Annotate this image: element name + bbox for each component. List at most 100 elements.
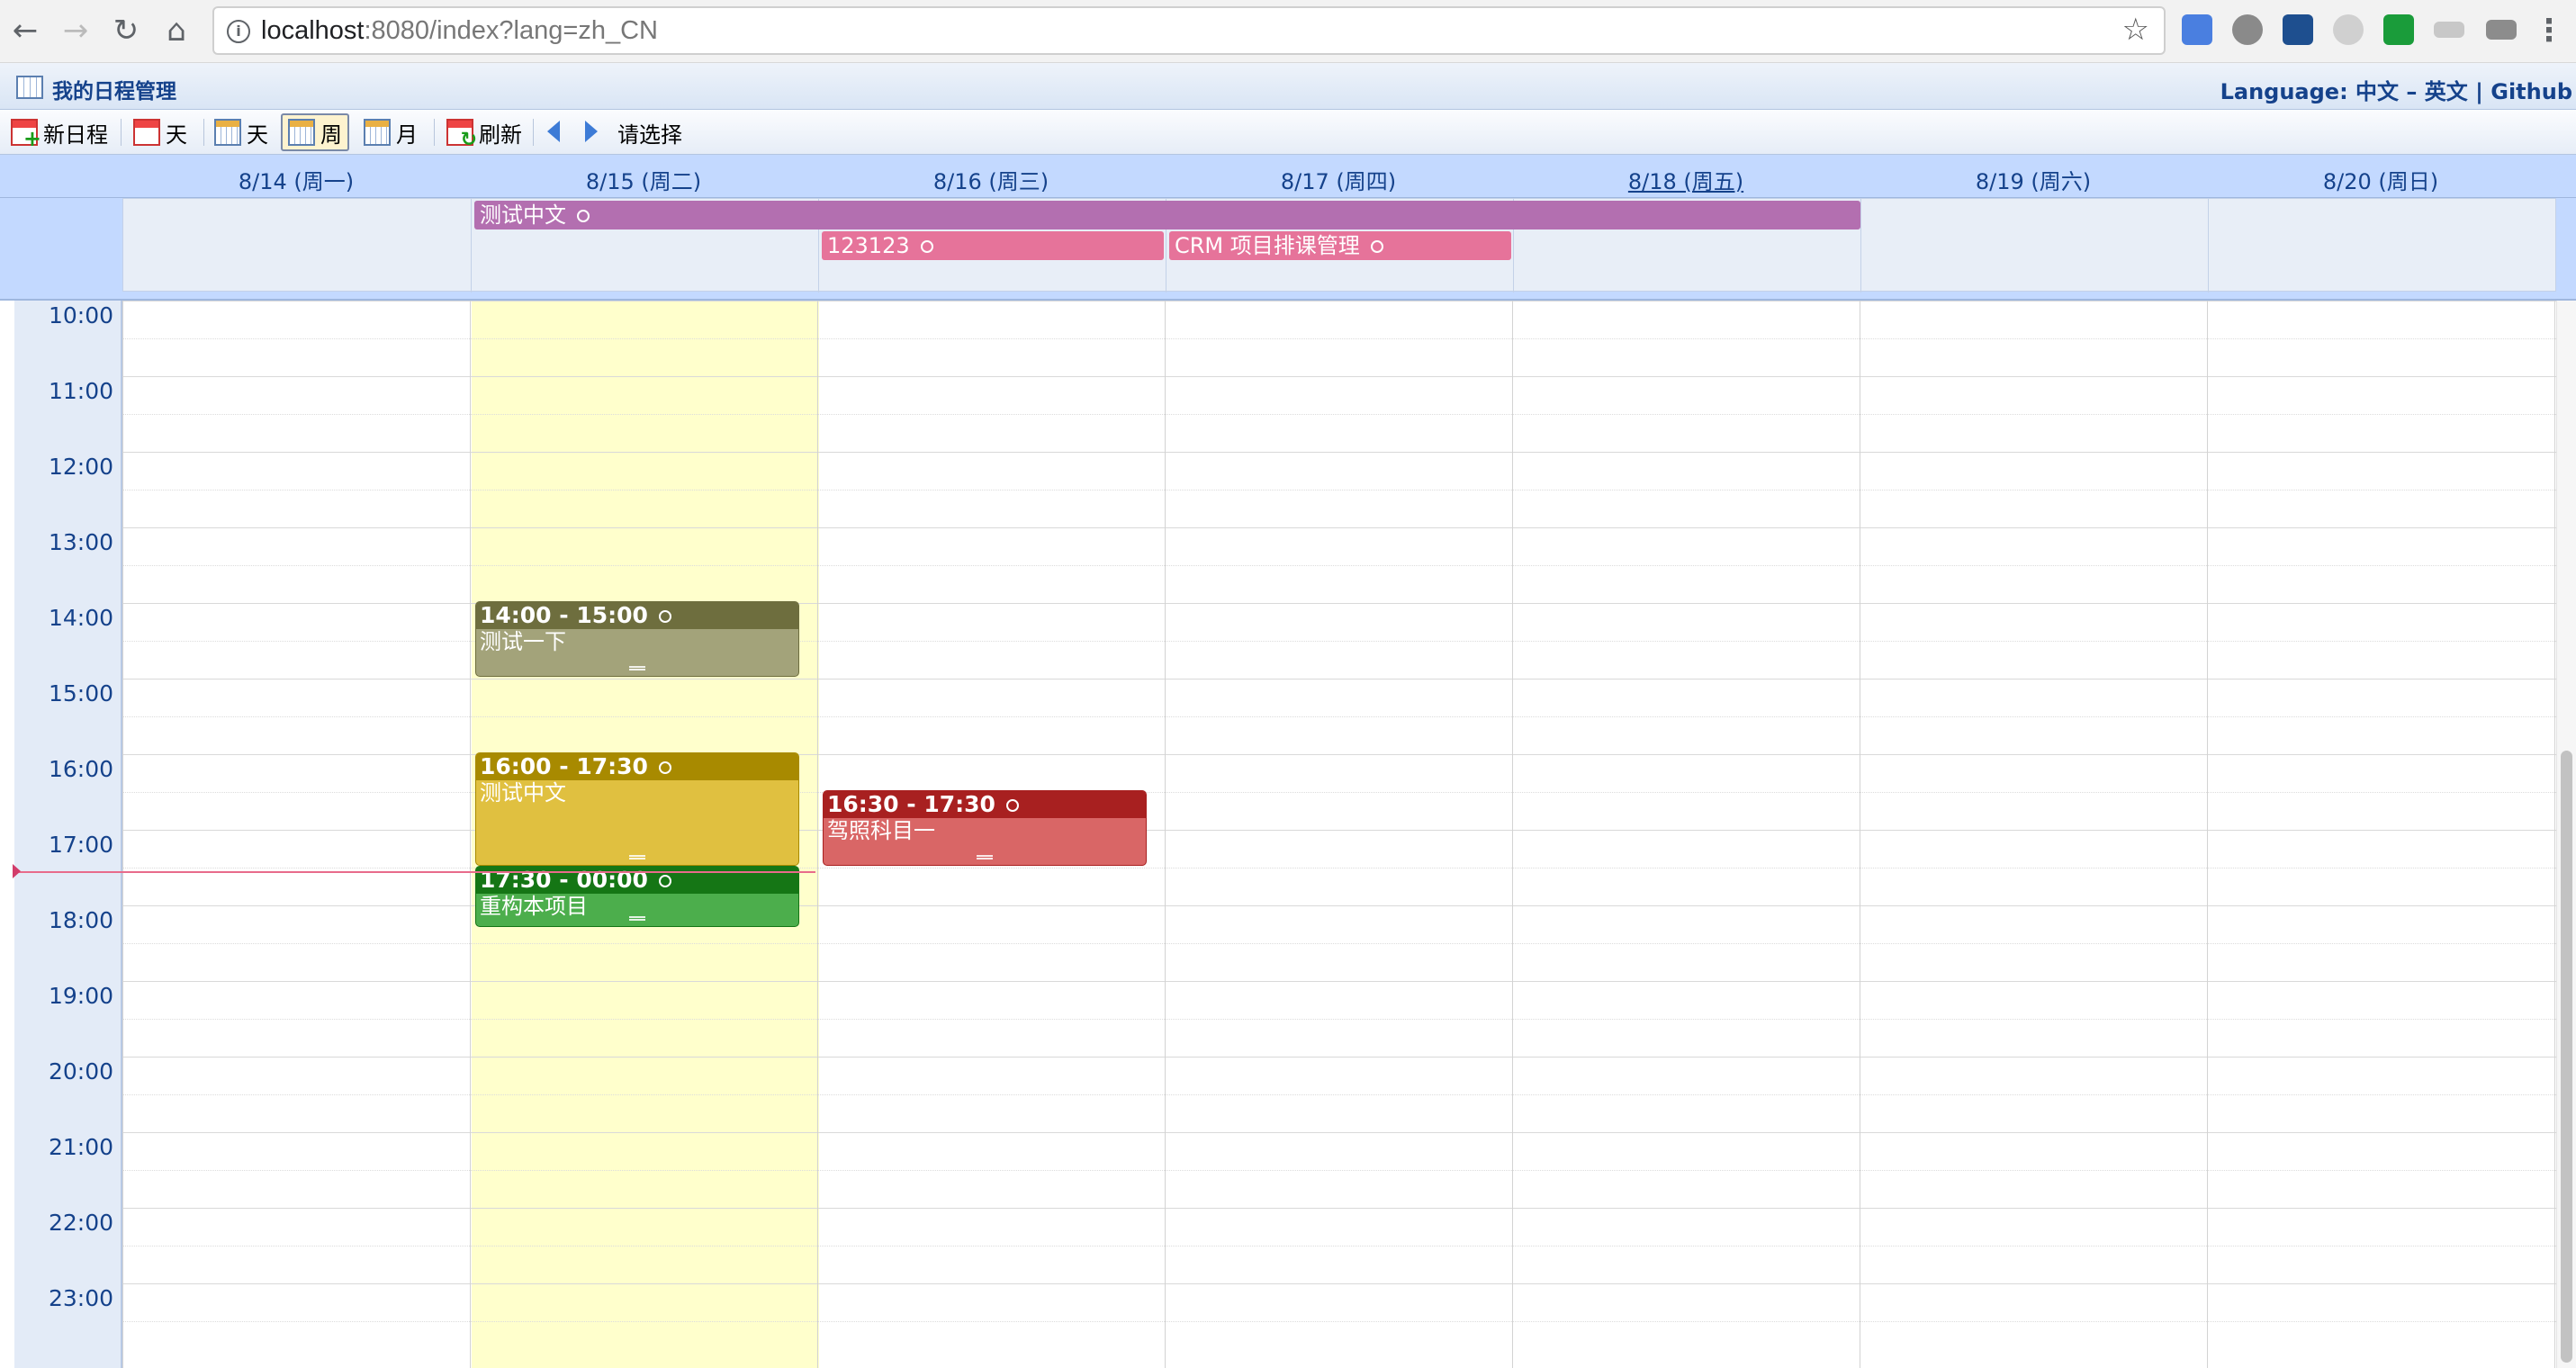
half-hour-line	[122, 1019, 2556, 1020]
month-view-icon	[364, 119, 391, 146]
refresh-button[interactable]: 刷新	[441, 113, 527, 151]
time-label: 22:00	[48, 1210, 113, 1236]
week-view-button[interactable]: 周	[281, 113, 349, 151]
current-time-line	[14, 871, 815, 873]
home-icon[interactable]: ⌂	[158, 11, 194, 50]
event-block[interactable]: 17:30 - 00:00 重构本项目	[475, 866, 799, 927]
scrollbar-thumb[interactable]	[2561, 751, 2572, 1363]
event-time: 16:00 - 17:30	[476, 753, 798, 780]
column-divider	[2208, 199, 2209, 292]
resize-handle-icon[interactable]	[629, 855, 645, 860]
language-switcher: Language: 中文 – 英文 | Github	[2220, 74, 2572, 105]
all-day-event[interactable]: 123123	[822, 231, 1164, 260]
half-hour-line	[122, 565, 2556, 566]
hour-line	[122, 679, 2556, 680]
alarm-icon	[577, 210, 590, 222]
vertical-scrollbar[interactable]	[2556, 301, 2576, 1368]
alarm-icon	[658, 610, 671, 623]
time-label: 12:00	[48, 454, 113, 480]
time-label: 23:00	[48, 1285, 113, 1311]
back-icon[interactable]: ←	[7, 11, 43, 50]
lang-zh-link[interactable]: 中文	[2355, 79, 2399, 104]
resize-handle-icon[interactable]	[629, 916, 645, 921]
day-grid-button[interactable]: 天	[209, 113, 274, 151]
menu-dots-icon[interactable]: ⋮	[2531, 11, 2567, 50]
forward-icon[interactable]: →	[58, 11, 94, 50]
lang-dash: –	[2406, 79, 2418, 104]
day-header-sun[interactable]: 8/20 (周日)	[2207, 164, 2554, 195]
hour-line	[122, 376, 2556, 377]
app-title: 我的日程管理	[52, 80, 176, 104]
bookmark-star-icon[interactable]: ☆	[2122, 12, 2149, 48]
alarm-icon	[1370, 240, 1383, 253]
day-column-line	[122, 301, 123, 1368]
alarm-icon	[920, 240, 933, 253]
github-link[interactable]: Github	[2490, 79, 2572, 104]
event-title: 重构本项目	[480, 894, 588, 919]
time-label: 20:00	[48, 1058, 113, 1084]
hour-line	[122, 1057, 2556, 1058]
calendar-icon	[16, 76, 43, 99]
column-divider	[1860, 199, 1861, 292]
prev-arrow-icon[interactable]	[547, 121, 560, 142]
hour-line	[122, 1132, 2556, 1133]
resize-handle-icon[interactable]	[629, 666, 645, 670]
address-bar[interactable]: i localhost:8080/index?lang=zh_CN ☆	[212, 6, 2166, 55]
month-view-button[interactable]: 月	[358, 113, 423, 151]
toolbar-divider	[203, 119, 204, 146]
time-label: 13:00	[48, 529, 113, 555]
alarm-icon	[658, 875, 671, 887]
new-event-button[interactable]: 新日程	[5, 113, 113, 151]
event-time: 14:00 - 15:00	[476, 602, 798, 629]
browser-toolbar: ← → ↻ ⌂ i localhost:8080/index?lang=zh_C…	[0, 0, 2576, 63]
half-hour-line	[122, 414, 2556, 415]
week-time-grid[interactable]: 10:00 11:00 12:00 13:00 14:00 15:00 16:00 17:00…	[0, 299, 2576, 1368]
half-hour-line	[122, 338, 2556, 339]
lang-en-link[interactable]: 英文	[2425, 79, 2468, 104]
shield-extension-icon[interactable]	[2383, 14, 2414, 45]
gear-extension-icon[interactable]	[2232, 14, 2263, 45]
week-view-icon	[288, 119, 315, 146]
day-header-fri[interactable]: 8/18 (周五)	[1512, 164, 1860, 195]
alarm-icon	[1005, 799, 1019, 812]
day-column-line	[470, 301, 471, 1368]
reload-icon[interactable]: ↻	[108, 11, 144, 50]
hour-line	[122, 452, 2556, 453]
all-day-event[interactable]: CRM 项目排课管理	[1169, 231, 1511, 260]
language-label: Language:	[2220, 79, 2348, 104]
refresh-icon	[446, 119, 477, 151]
day-view-icon	[133, 119, 160, 146]
resize-handle-icon[interactable]	[977, 855, 993, 860]
url-text[interactable]: localhost:8080/index?lang=zh_CN	[261, 16, 658, 46]
circle-extension-icon[interactable]	[2333, 14, 2364, 45]
half-hour-line	[122, 943, 2556, 944]
date-select[interactable]: 请选择	[612, 113, 688, 151]
day-header-thu[interactable]: 8/17 (周四)	[1165, 164, 1512, 195]
lang-separator: |	[2475, 79, 2483, 104]
day-header-wed[interactable]: 8/16 (周三)	[817, 164, 1165, 195]
toolbar-divider	[434, 119, 435, 146]
time-label: 15:00	[48, 680, 113, 706]
day-grid-icon	[214, 119, 241, 146]
event-block[interactable]: 16:00 - 17:30 测试中文	[475, 752, 799, 866]
column-divider	[471, 199, 472, 292]
half-hour-line	[122, 716, 2556, 717]
translate-extension-icon[interactable]	[2182, 14, 2212, 45]
time-label: 11:00	[48, 378, 113, 404]
download-extension-icon[interactable]	[2283, 14, 2313, 45]
toolbar-divider	[121, 119, 122, 146]
info-icon[interactable]: i	[227, 20, 250, 43]
next-arrow-icon[interactable]	[585, 121, 598, 142]
event-block[interactable]: 16:30 - 17:30 驾照科目一	[823, 790, 1147, 866]
day-header-tue[interactable]: 8/15 (周二)	[470, 164, 817, 195]
day-header-mon[interactable]: 8/14 (周一)	[122, 164, 470, 195]
day-view-button[interactable]: 天	[128, 113, 193, 151]
day-header-sat[interactable]: 8/19 (周六)	[1860, 164, 2207, 195]
all-day-event[interactable]: 测试中文	[474, 201, 1860, 230]
window-extension-icon[interactable]	[2486, 20, 2517, 40]
all-day-area[interactable]: 测试中文 123123 CRM 项目排课管理	[122, 198, 2556, 292]
tag-extension-icon[interactable]	[2434, 22, 2464, 38]
all-day-row: 测试中文 123123 CRM 项目排课管理	[0, 198, 2576, 299]
event-block[interactable]: 14:00 - 15:00 测试一下	[475, 601, 799, 677]
hour-line	[122, 527, 2556, 528]
